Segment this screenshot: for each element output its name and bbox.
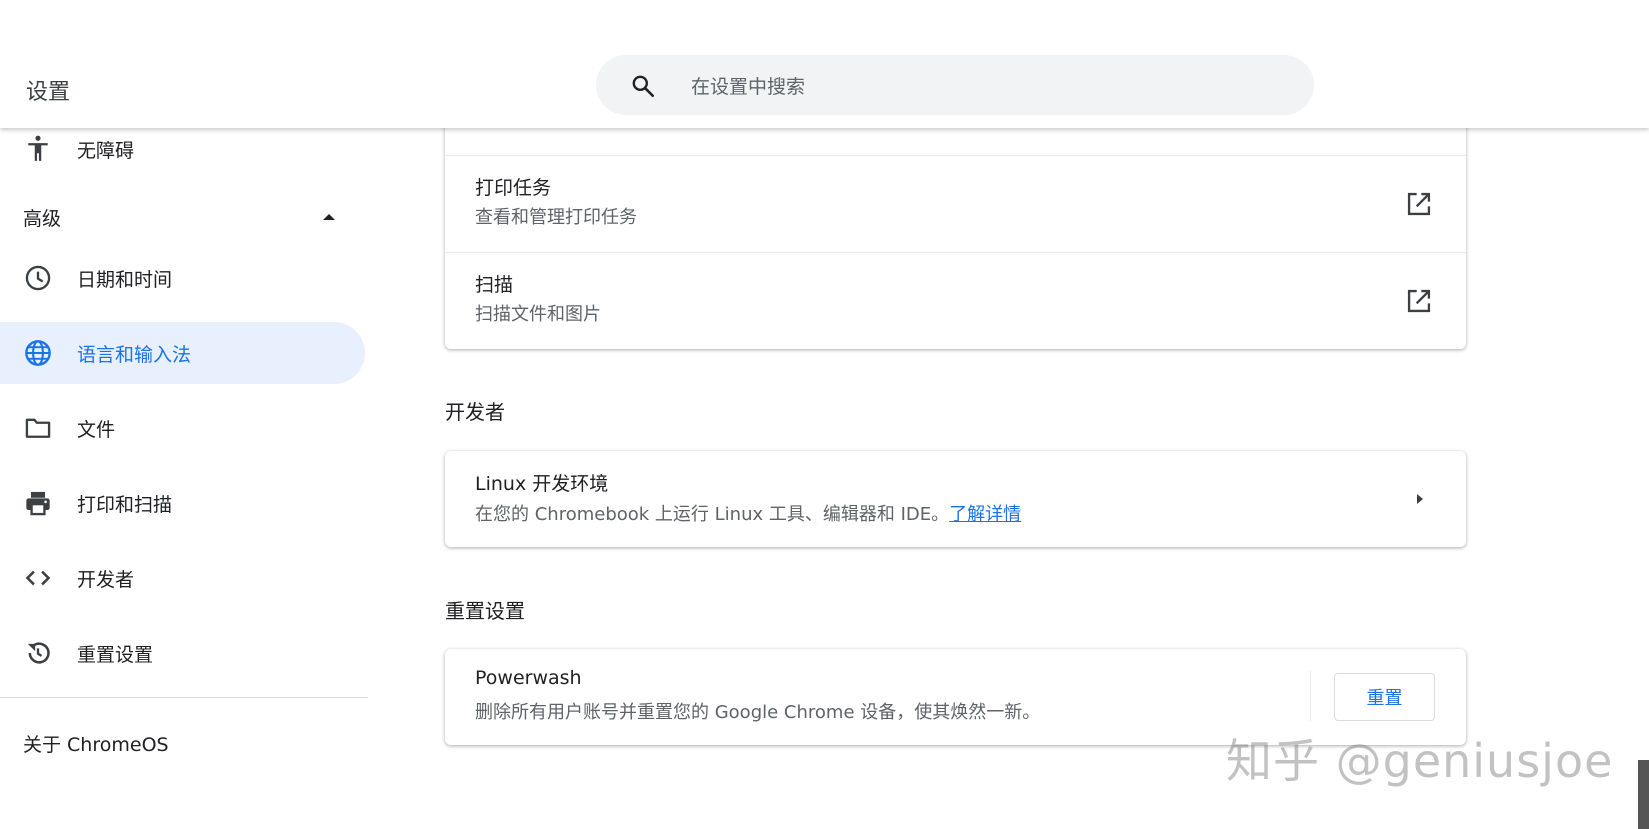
print-jobs-row[interactable]: 打印任务 查看和管理打印任务 xyxy=(445,156,1466,252)
linux-dev-row[interactable]: Linux 开发环境 在您的 Chromebook 上运行 Linux 工具、编… xyxy=(445,451,1466,547)
sidebar-item-label: 日期和时间 xyxy=(77,268,173,291)
sidebar-item-label: 文件 xyxy=(77,418,116,441)
linux-description: 在您的 Chromebook 上运行 Linux 工具、编辑器和 IDE。 xyxy=(475,504,950,525)
app-title: 设置 xyxy=(26,80,71,105)
powerwash-reset-button[interactable]: 重置 xyxy=(1334,673,1435,721)
row-title: 扫描 xyxy=(475,274,514,296)
folder-icon xyxy=(24,414,52,442)
caret-up-icon xyxy=(323,214,335,220)
advanced-label: 高级 xyxy=(23,207,62,230)
restore-icon xyxy=(24,639,52,667)
about-chromeos-link[interactable]: 关于 ChromeOS xyxy=(23,730,169,757)
sidebar-item-label: 无障碍 xyxy=(77,139,135,162)
print-card: 打印任务 查看和管理打印任务 扫描 扫描文件和图片 xyxy=(445,110,1466,349)
sidebar-item-label: 打印和扫描 xyxy=(77,493,173,516)
row-subtitle: 查看和管理打印任务 xyxy=(475,207,637,228)
row-subtitle: 删除所有用户账号并重置您的 Google Chrome 设备，使其焕然一新。 xyxy=(475,702,1041,723)
sidebar-divider xyxy=(0,697,368,698)
sidebar-item-languages[interactable]: 语言和输入法 xyxy=(0,322,365,384)
vertical-separator xyxy=(1310,671,1311,721)
row-title: 打印任务 xyxy=(475,177,552,199)
chevron-right-icon[interactable] xyxy=(1412,491,1428,507)
scan-row[interactable]: 扫描 扫描文件和图片 xyxy=(445,253,1466,349)
settings-header: 设置 在设置中搜索 xyxy=(0,0,1649,128)
sidebar-item-label: 重置设置 xyxy=(77,643,154,666)
sidebar-item-reset[interactable]: 重置设置 xyxy=(0,622,365,684)
sidebar-item-date-time[interactable]: 日期和时间 xyxy=(0,247,365,309)
open-in-new-icon[interactable] xyxy=(1405,190,1433,218)
sidebar-nav: 无障碍 高级 日期和时间 语言和输入法 文件 打印和扫描 开发者 重置设置 关于… xyxy=(0,128,368,829)
advanced-section-toggle[interactable]: 高级 xyxy=(0,193,365,241)
row-title: Powerwash xyxy=(475,667,582,689)
sidebar-item-print-scan[interactable]: 打印和扫描 xyxy=(0,472,365,534)
globe-icon xyxy=(24,339,52,367)
clock-icon xyxy=(24,264,52,292)
sidebar-item-label: 开发者 xyxy=(77,568,135,591)
developers-section-title: 开发者 xyxy=(445,400,505,424)
reset-section-title: 重置设置 xyxy=(445,599,525,623)
sidebar-item-files[interactable]: 文件 xyxy=(0,397,365,459)
learn-more-link[interactable]: 了解详情 xyxy=(949,504,1021,525)
accessibility-icon xyxy=(24,135,52,163)
open-in-new-icon[interactable] xyxy=(1405,287,1433,315)
search-placeholder: 在设置中搜索 xyxy=(691,76,806,98)
row-subtitle: 扫描文件和图片 xyxy=(475,304,601,325)
scrollbar-thumb[interactable] xyxy=(1638,760,1649,829)
row-subtitle: 在您的 Chromebook 上运行 Linux 工具、编辑器和 IDE。了解详… xyxy=(475,500,1021,526)
printer-icon xyxy=(24,489,52,517)
sidebar-item-label: 语言和输入法 xyxy=(77,343,192,366)
linux-dev-card: Linux 开发环境 在您的 Chromebook 上运行 Linux 工具、编… xyxy=(445,451,1466,547)
watermark: 知乎 @geniusjoe xyxy=(1226,734,1614,788)
search-icon xyxy=(632,75,655,98)
sidebar-item-developers[interactable]: 开发者 xyxy=(0,547,365,609)
search-input[interactable]: 在设置中搜索 xyxy=(596,55,1314,115)
sidebar-item-accessibility[interactable]: 无障碍 xyxy=(0,128,365,170)
code-icon xyxy=(24,564,52,592)
row-title: Linux 开发环境 xyxy=(475,473,609,495)
